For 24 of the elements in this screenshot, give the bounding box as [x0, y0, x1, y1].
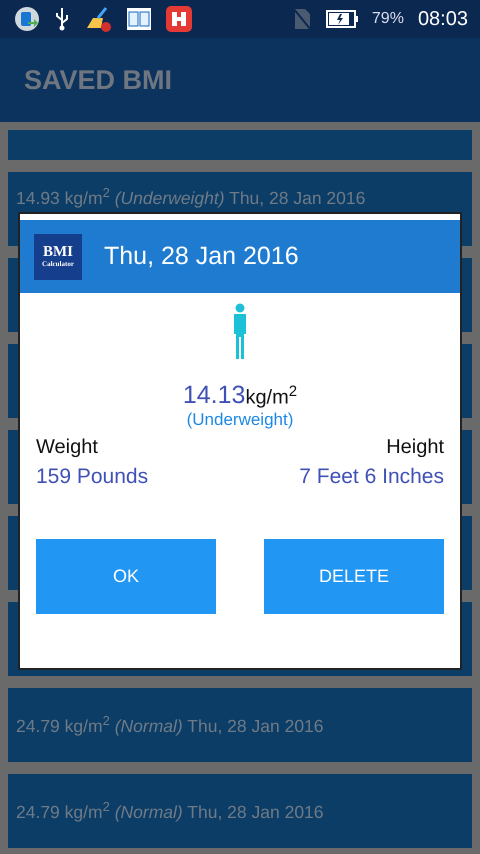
bmi-category: (Underweight) [186, 410, 294, 430]
weight-value: 159 Pounds [36, 465, 148, 489]
height-value: 7 Feet 6 Inches [299, 465, 444, 489]
person-icon [232, 303, 248, 359]
usb-icon [54, 7, 70, 31]
height-label: Height [386, 436, 444, 459]
app-icon[interactable] [166, 6, 192, 32]
app-icon[interactable] [14, 6, 40, 32]
book-icon[interactable] [126, 6, 152, 32]
broom-icon[interactable] [84, 6, 112, 32]
battery-level: 79% [372, 10, 404, 28]
ok-button[interactable]: OK [36, 539, 216, 614]
delete-button[interactable]: DELETE [264, 539, 444, 614]
battery-icon [326, 10, 358, 28]
weight-label: Weight [36, 436, 99, 459]
bmi-unit: kg/m$^{2}$ [245, 383, 298, 410]
entry-text: 24.79 kg/m$^{2}$ (Normal) Thu, 28 Jan 2016 [16, 799, 324, 823]
entry-text: 14.93 kg/m$^{2}$ (Underweight) Thu, 28 Jan 2016 [16, 185, 366, 209]
bmi-value: 14.13 [182, 381, 246, 410]
saved-entry[interactable]: 24.79 kg/m$^{2}$ (Normal) Thu, 28 Jan 2016 [8, 688, 472, 762]
clock: 08:03 [418, 8, 468, 30]
saved-entry[interactable]: 24.79 kg/m$^{2}$ (Normal) Thu, 28 Jan 2016 [8, 774, 472, 848]
screen-title: SAVED BMI [24, 64, 172, 96]
entry-text: 24.79 kg/m$^{2}$ (Normal) Thu, 28 Jan 2016 [16, 713, 324, 737]
